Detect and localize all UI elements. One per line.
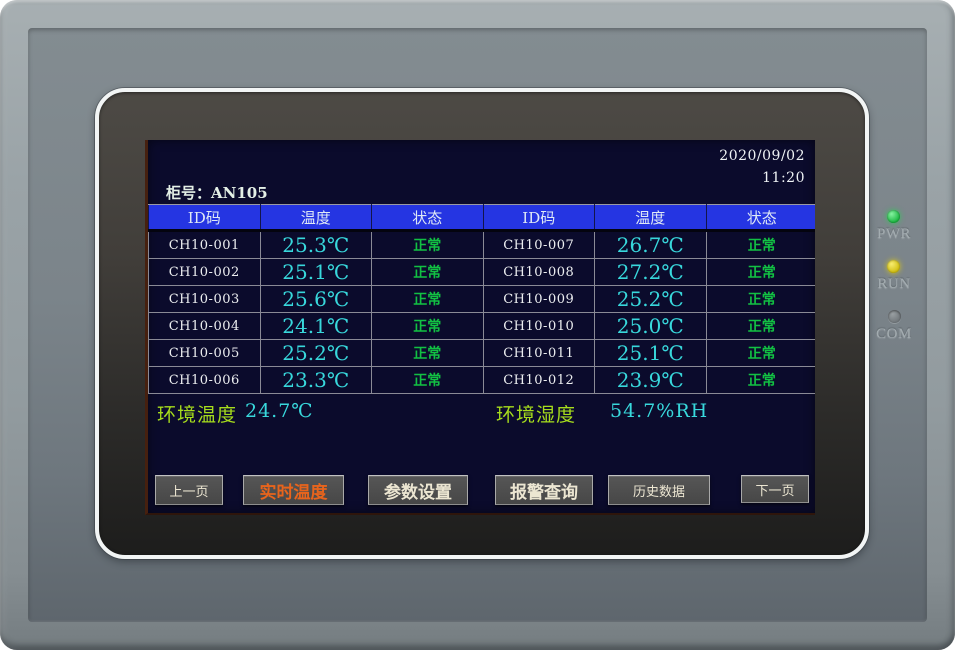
cell-id: CH10-011 [483,340,595,367]
cell-id: CH10-012 [483,367,595,394]
parameter-settings-button[interactable]: 参数设置 [368,475,468,505]
table-row: CH10-004 24.1℃ 正常 CH10-010 25.0℃ 正常 [149,313,816,340]
run-led-icon [887,260,900,273]
table-row: CH10-001 25.3℃ 正常 CH10-007 26.7℃ 正常 [149,231,816,259]
cell-id: CH10-010 [483,313,595,340]
pwr-led-label: PWR [877,226,911,243]
channel-table: ID码 温度 状态 ID码 温度 状态 CH10-001 25.3℃ 正常 CH… [148,204,815,394]
col-header-status: 状态 [706,205,815,231]
cell-temp: 25.2℃ [260,340,372,367]
cell-id: CH10-007 [483,231,595,259]
cell-id: CH10-001 [149,231,261,259]
time-display: 11:20 [719,167,805,189]
cell-temp: 23.9℃ [595,367,707,394]
lcd-screen: 2020/09/02 11:20 柜号：AN105 ID码 温度 状态 ID码 … [145,140,815,515]
cell-status: 正常 [706,313,815,340]
run-led-label: RUN [877,276,910,293]
led-group-com: COM [876,310,912,343]
cell-temp: 25.1℃ [595,340,707,367]
cell-id: CH10-005 [149,340,261,367]
ambient-humidity-value: 54.7%RH [610,400,708,422]
device-bezel: 2020/09/02 11:20 柜号：AN105 ID码 温度 状态 ID码 … [0,0,955,650]
cell-status: 正常 [372,367,484,394]
table-header-row: ID码 温度 状态 ID码 温度 状态 [149,205,816,231]
com-led-label: COM [876,326,912,343]
col-header-status: 状态 [372,205,484,231]
cell-temp: 25.0℃ [595,313,707,340]
realtime-temp-button[interactable]: 实时温度 [243,475,344,505]
cell-temp: 26.7℃ [595,231,707,259]
screen-frame: 2020/09/02 11:20 柜号：AN105 ID码 温度 状态 ID码 … [95,88,869,559]
table-row: CH10-006 23.3℃ 正常 CH10-012 23.9℃ 正常 [149,367,816,394]
cabinet-label: 柜号：AN105 [166,182,268,203]
col-header-id: ID码 [149,205,261,231]
led-group-run: RUN [877,260,910,293]
ambient-temp-value: 24.7℃ [245,400,314,422]
datetime-display: 2020/09/02 11:20 [719,145,805,189]
cell-temp: 27.2℃ [595,259,707,286]
cell-status: 正常 [372,259,484,286]
cell-temp: 25.3℃ [260,231,372,259]
col-header-id: ID码 [483,205,595,231]
ambient-readings: 环境温度 24.7℃ 环境湿度 54.7%RH [148,400,815,428]
cell-temp: 25.2℃ [595,286,707,313]
ambient-humidity-label: 环境湿度 [496,400,576,427]
cell-id: CH10-009 [483,286,595,313]
cell-id: CH10-002 [149,259,261,286]
date-display: 2020/09/02 [719,145,805,167]
history-data-button[interactable]: 历史数据 [608,475,710,505]
cell-status: 正常 [706,340,815,367]
alarm-query-button[interactable]: 报警查询 [495,475,593,505]
cell-status: 正常 [372,231,484,259]
cell-status: 正常 [372,340,484,367]
cell-id: CH10-008 [483,259,595,286]
led-group-pwr: PWR [877,210,911,243]
cell-status: 正常 [706,367,815,394]
col-header-temp: 温度 [595,205,707,231]
cell-status: 正常 [372,313,484,340]
cell-temp: 25.1℃ [260,259,372,286]
next-page-button[interactable]: 下一页 [741,475,809,503]
cell-status: 正常 [372,286,484,313]
cell-id: CH10-006 [149,367,261,394]
cell-temp: 23.3℃ [260,367,372,394]
com-led-icon [888,310,901,323]
cell-id: CH10-004 [149,313,261,340]
cell-status: 正常 [706,286,815,313]
cell-status: 正常 [706,231,815,259]
table-row: CH10-003 25.6℃ 正常 CH10-009 25.2℃ 正常 [149,286,816,313]
cell-temp: 25.6℃ [260,286,372,313]
col-header-temp: 温度 [260,205,372,231]
cell-id: CH10-003 [149,286,261,313]
prev-page-button[interactable]: 上一页 [155,475,223,505]
cell-temp: 24.1℃ [260,313,372,340]
ambient-temp-label: 环境温度 [157,400,237,427]
status-led-panel: PWR RUN COM [866,210,922,343]
pwr-led-icon [887,210,900,223]
table-row: CH10-002 25.1℃ 正常 CH10-008 27.2℃ 正常 [149,259,816,286]
table-row: CH10-005 25.2℃ 正常 CH10-011 25.1℃ 正常 [149,340,816,367]
cell-status: 正常 [706,259,815,286]
